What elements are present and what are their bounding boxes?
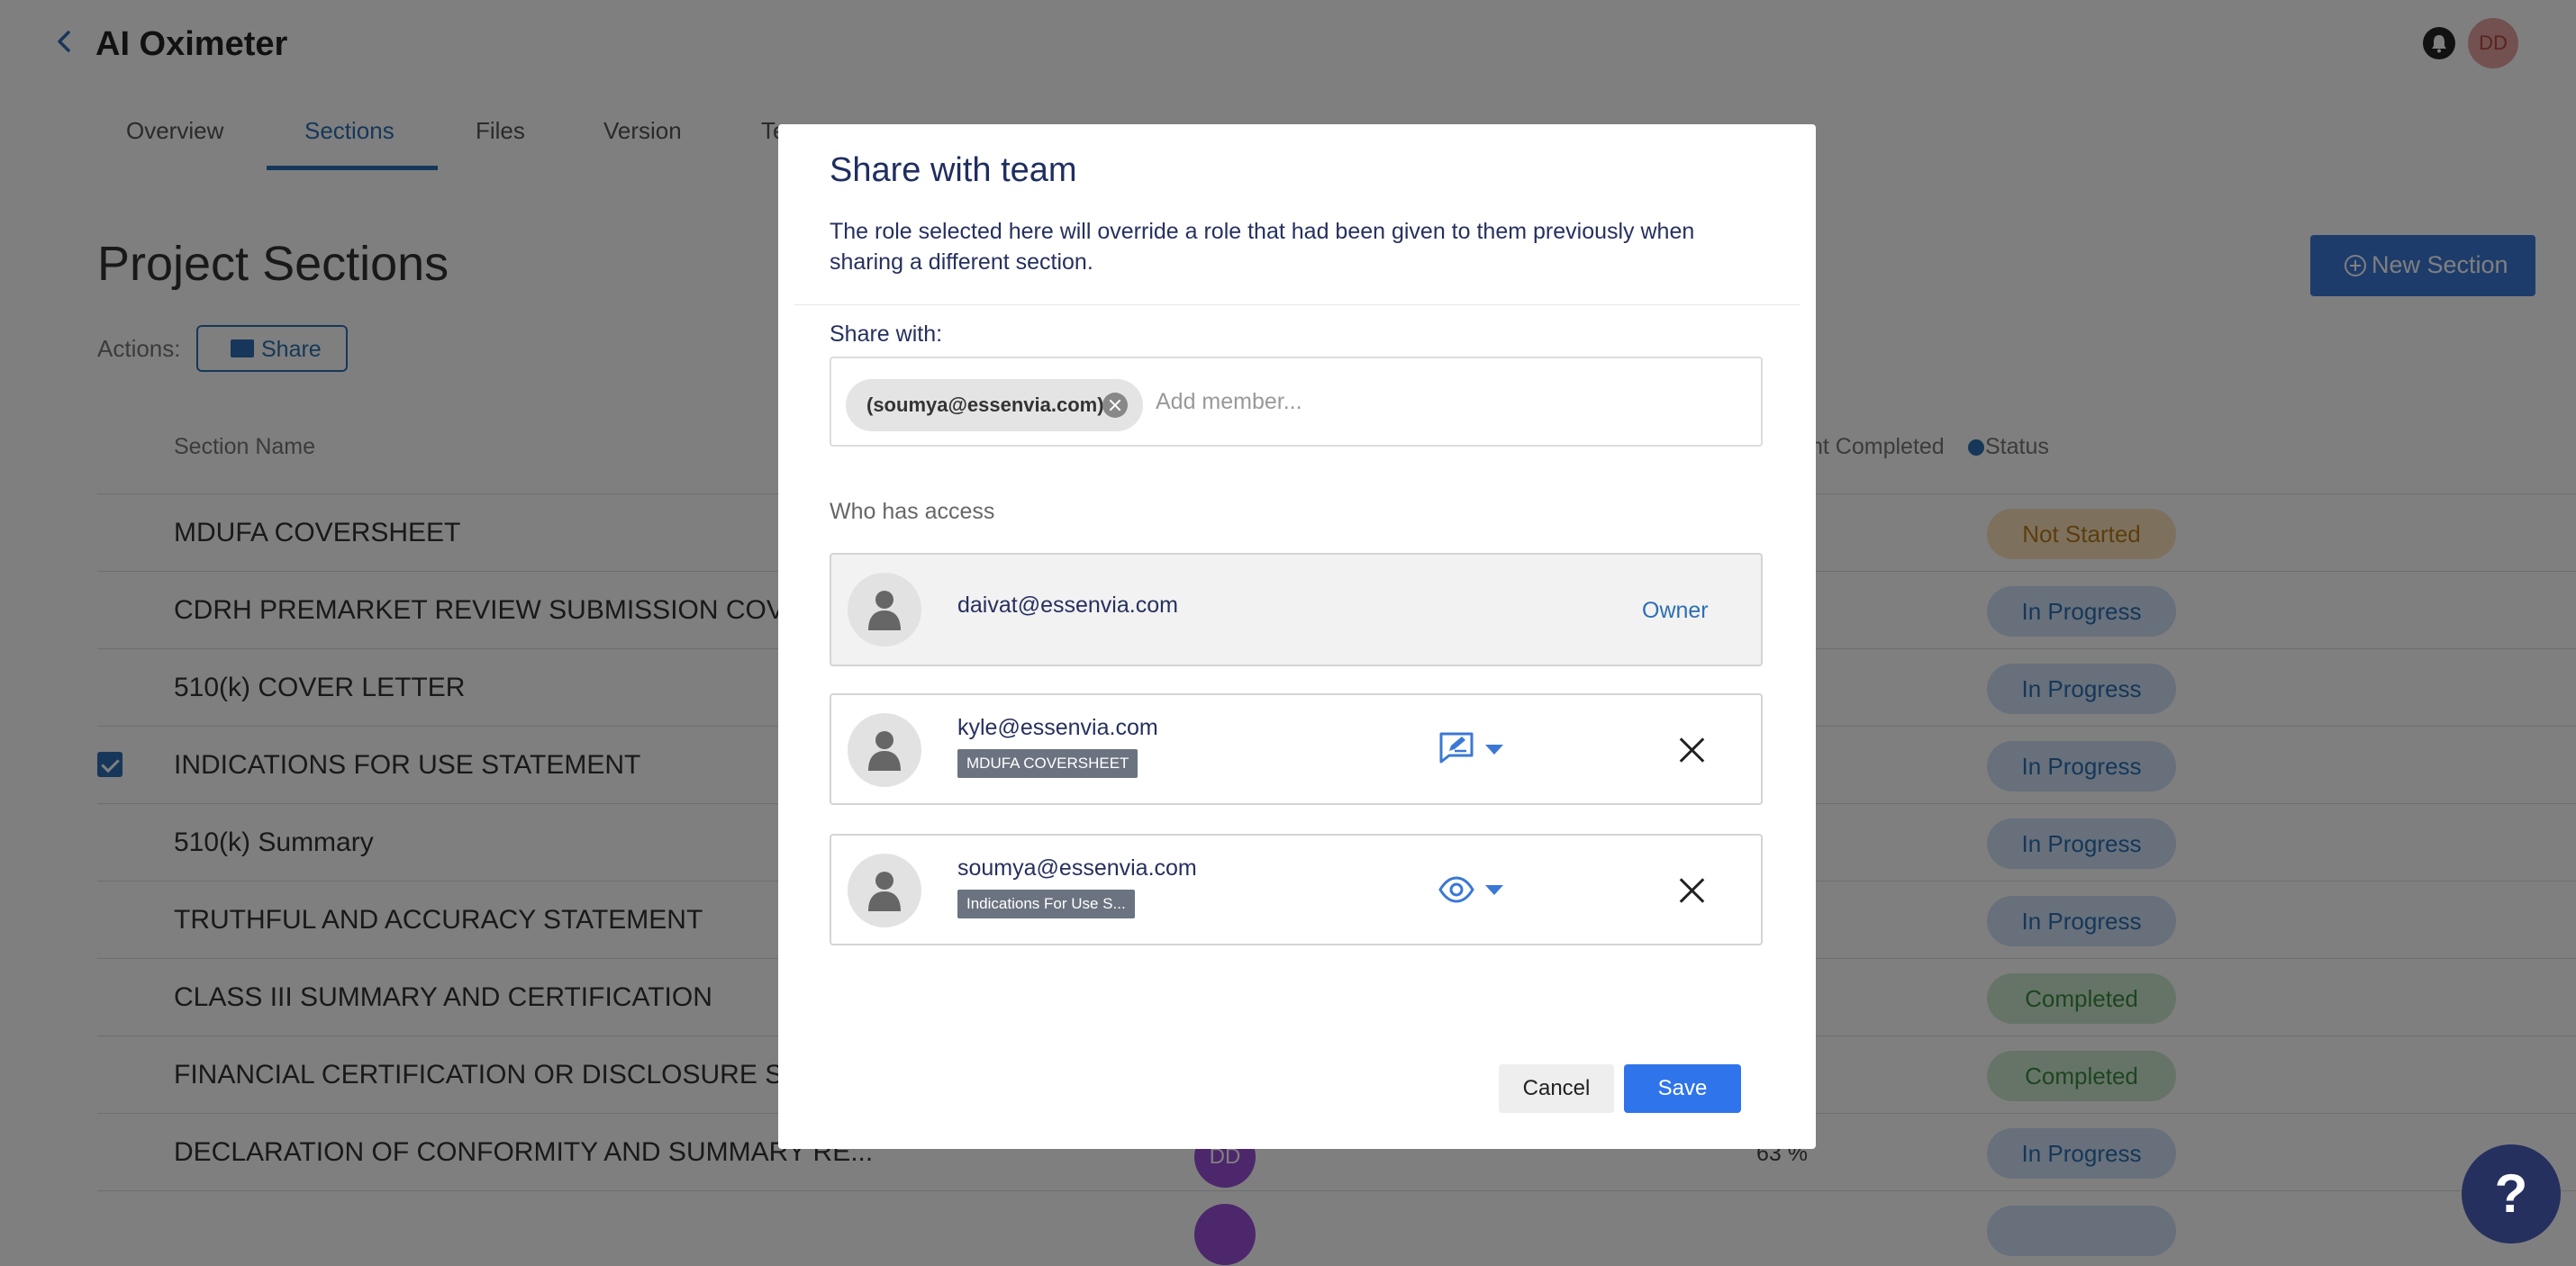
remove-member-icon[interactable]: [1678, 737, 1705, 764]
cancel-button[interactable]: Cancel: [1499, 1064, 1614, 1113]
section-tag: Indications For Use S...: [957, 890, 1135, 918]
add-member-input[interactable]: [1156, 382, 1696, 421]
person-email: soumya@essenvia.com: [957, 855, 1197, 881]
who-has-access-label: Who has access: [830, 499, 995, 524]
share-with-label: Share with:: [830, 321, 943, 347]
dialog-description: The role selected here will override a r…: [830, 219, 1695, 275]
eye-icon[interactable]: [1438, 873, 1474, 906]
member-chip-label: (soumya@essenvia.com): [866, 393, 1104, 416]
member-input-box[interactable]: (soumya@essenvia.com): [830, 357, 1763, 447]
member-chip: (soumya@essenvia.com): [846, 379, 1143, 431]
person-icon: [848, 854, 921, 927]
save-button[interactable]: Save: [1624, 1064, 1741, 1113]
section-tag: MDUFA COVERSHEET: [957, 749, 1138, 778]
person-icon: [848, 713, 921, 787]
access-row-owner: daivat@essenvia.com Owner: [830, 553, 1763, 666]
edit-comment-icon[interactable]: [1438, 731, 1474, 764]
person-icon: [848, 573, 921, 647]
role-dropdown-caret-icon[interactable]: [1485, 885, 1503, 895]
divider: [794, 304, 1800, 305]
help-button[interactable]: ?: [2462, 1144, 2561, 1243]
share-dialog: Share with team The role selected here w…: [778, 124, 1816, 1149]
remove-chip-icon[interactable]: [1102, 393, 1128, 418]
access-row-soumya: soumya@essenvia.com Indications For Use …: [830, 834, 1763, 945]
person-email: daivat@essenvia.com: [957, 592, 1178, 618]
role-owner-label: Owner: [1642, 598, 1709, 623]
access-row-kyle: kyle@essenvia.com MDUFA COVERSHEET: [830, 693, 1763, 805]
remove-member-icon[interactable]: [1678, 877, 1705, 904]
person-email: kyle@essenvia.com: [957, 715, 1158, 740]
dialog-title: Share with team: [830, 151, 1077, 189]
role-dropdown-caret-icon[interactable]: [1485, 745, 1503, 755]
